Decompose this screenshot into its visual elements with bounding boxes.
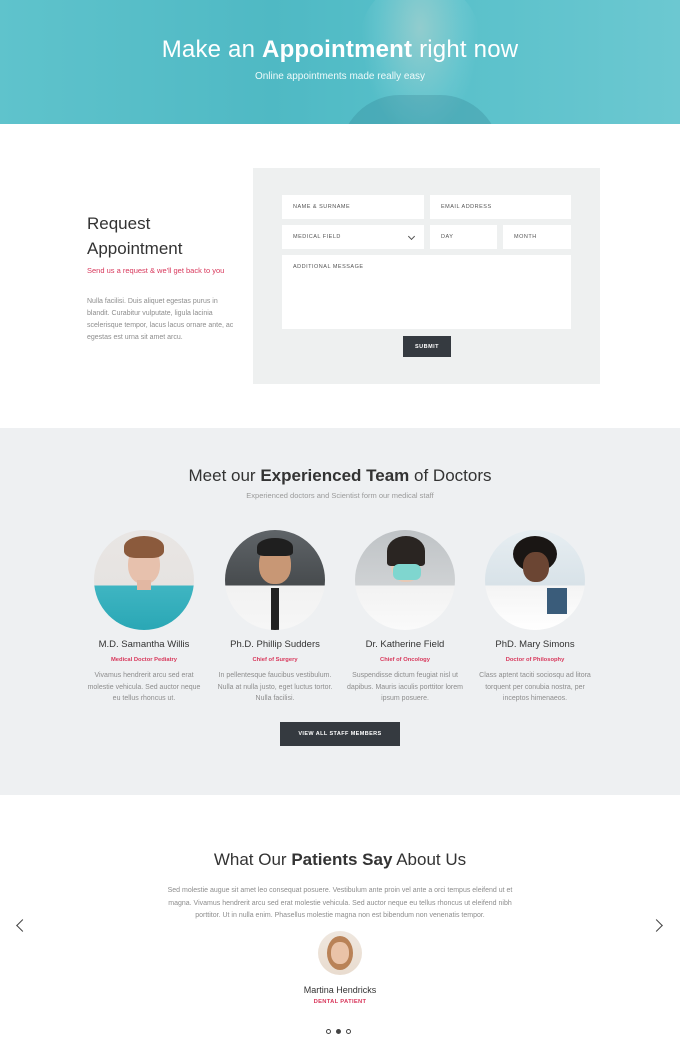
request-description: Nulla facilisi. Duis aliquet egestas pur… bbox=[87, 298, 234, 341]
chevron-down-icon bbox=[407, 232, 416, 241]
avatar bbox=[318, 931, 362, 975]
submit-button[interactable]: SUBMIT bbox=[403, 336, 451, 357]
avatar bbox=[225, 530, 325, 630]
doctor-card: M.D. Samantha Willis Medical Doctor Pedi… bbox=[79, 530, 209, 705]
patient-role: DENTAL PATIENT bbox=[313, 999, 367, 1005]
testimonial-quote: Sed molestie augue sit amet leo consequa… bbox=[167, 887, 513, 919]
carousel-dots bbox=[326, 1029, 356, 1035]
doctor-description: In pellentesque faucibus vestibulum. Nul… bbox=[217, 672, 333, 702]
doctor-name: M.D. Samantha Willis bbox=[98, 639, 190, 650]
avatar bbox=[94, 530, 194, 630]
request-title: Request Appointment bbox=[87, 214, 183, 258]
doctor-description: Class aptent taciti sociosqu ad litora t… bbox=[479, 672, 591, 702]
doctor-role: Chief of Surgery bbox=[252, 657, 298, 663]
doctor-name: Ph.D. Phillip Sudders bbox=[230, 639, 320, 650]
avatar bbox=[355, 530, 455, 630]
carousel-dot[interactable] bbox=[326, 1029, 331, 1034]
doctor-role: Chief of Oncology bbox=[380, 657, 430, 663]
team-title: Meet our Experienced Team of Doctors bbox=[188, 466, 492, 485]
email-field[interactable]: EMAIL ADDRESS bbox=[430, 195, 571, 219]
view-all-staff-button[interactable]: VIEW ALL STAFF MEMBERS bbox=[280, 722, 400, 746]
doctor-role: Doctor of Philosophy bbox=[505, 657, 565, 663]
team-subtitle: Experienced doctors and Scientist form o… bbox=[246, 491, 434, 500]
patient-name: Martina Hendricks bbox=[303, 985, 377, 995]
medical-field-select[interactable]: MEDICAL FIELD bbox=[282, 225, 424, 249]
day-field[interactable]: DAY bbox=[430, 225, 497, 249]
chevron-left-icon[interactable] bbox=[16, 919, 29, 932]
doctor-card: Ph.D. Phillip Sudders Chief of Surgery I… bbox=[210, 530, 340, 705]
testimonials-title: What Our Patients Say About Us bbox=[213, 850, 467, 869]
hero-banner: Make an Appointment right now Online app… bbox=[0, 0, 680, 124]
carousel-dot[interactable] bbox=[346, 1029, 351, 1034]
avatar bbox=[485, 530, 585, 630]
chevron-right-icon[interactable] bbox=[650, 919, 663, 932]
doctor-role: Medical Doctor Pediatry bbox=[110, 657, 178, 663]
doctor-description: Suspendisse dictum feugiat nisl ut dapib… bbox=[347, 672, 463, 702]
doctor-description: Vivamus hendrerit arcu sed erat molestie… bbox=[87, 672, 201, 702]
message-field[interactable]: ADDITIONAL MESSAGE bbox=[282, 255, 571, 329]
doctor-name: Dr. Katherine Field bbox=[365, 639, 445, 650]
doctor-card: Dr. Katherine Field Chief of Oncology Su… bbox=[340, 530, 470, 705]
name-field[interactable]: NAME & SURNAME bbox=[282, 195, 424, 219]
month-field[interactable]: MONTH bbox=[503, 225, 571, 249]
hero-title: Make an Appointment right now bbox=[161, 36, 519, 63]
hero-subtitle: Online appointments made really easy bbox=[254, 71, 426, 82]
doctor-card: PhD. Mary Simons Doctor of Philosophy Cl… bbox=[470, 530, 600, 705]
request-subtitle: Send us a request & we'll get back to yo… bbox=[87, 266, 225, 275]
doctor-name: PhD. Mary Simons bbox=[495, 639, 575, 650]
carousel-dot-active[interactable] bbox=[336, 1029, 341, 1034]
